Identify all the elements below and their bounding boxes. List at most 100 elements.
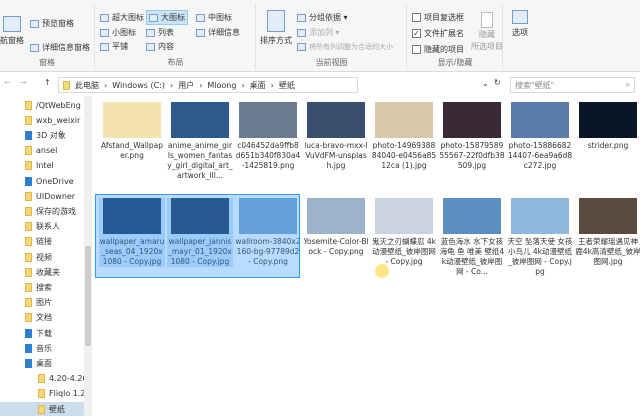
label: 文件扩展名 <box>424 29 464 38</box>
label: 大图标 <box>161 13 185 22</box>
layout-tiles[interactable]: 平铺 <box>100 41 128 52</box>
search-input[interactable]: 搜索"壁纸" ⌕ <box>510 77 635 93</box>
folder-icon <box>25 115 32 125</box>
nav-item[interactable]: 音乐 <box>25 341 52 355</box>
scroll-thumb[interactable] <box>85 246 91 346</box>
crumb[interactable]: Mloong <box>207 81 236 90</box>
group-label: 当前视图 <box>315 58 348 67</box>
nav-item-label: wxb_weixir <box>36 115 81 125</box>
sep: › <box>199 80 203 90</box>
sort-icon <box>267 10 285 32</box>
file-item[interactable]: Afstand_Wallpaper.png <box>99 102 165 161</box>
nav-item[interactable]: 下载 <box>25 326 52 340</box>
file-item[interactable]: 王者荣耀瑶遇见神鹿4k高清壁纸_彼岸图网.jpg <box>575 198 640 267</box>
nav-item[interactable]: 收藏夹 <box>25 265 60 279</box>
nav-item[interactable]: 链接 <box>25 235 52 249</box>
sort-button[interactable]: 排序方式 <box>260 10 292 46</box>
file-item[interactable]: 蓝色海水 水下女孩 海龟 鱼 唯美 壁纸4k动漫壁纸_彼岸图网 - Co... <box>439 198 505 277</box>
nav-item-label: 保存的游戏 <box>36 206 76 216</box>
options-button[interactable]: 选项 <box>512 10 528 38</box>
nav-item[interactable]: 文档 <box>25 311 52 325</box>
checkbox-checked[interactable]: ✓ <box>412 29 421 38</box>
group-by-button[interactable]: 分组依据 ▾ <box>297 12 348 23</box>
nav-item[interactable]: 壁纸 <box>0 402 84 416</box>
hide-selected-button[interactable]: 隐藏 所选项目 <box>471 12 503 52</box>
icon <box>297 13 306 22</box>
up-icon[interactable]: ↑ <box>44 78 51 87</box>
thumbnail <box>511 198 569 234</box>
nav-item[interactable]: 图片 <box>25 296 52 310</box>
file-item[interactable]: 天空 坠落天使 女孩 小鸟儿 4k动漫壁纸_彼岸图网 - Copy.jpg <box>507 198 573 277</box>
file-item[interactable]: anime_anime_girls_women_fantasy_girl_dig… <box>167 102 233 181</box>
crumb[interactable]: 壁纸 <box>279 80 295 91</box>
layout-large[interactable]: 大图标 <box>146 10 188 25</box>
file-extension-toggle[interactable]: ✓ 文件扩展名 <box>412 28 464 39</box>
file-item[interactable]: photo-1496938884040-e0456a8512ca (1).jpg <box>371 102 437 171</box>
layout-content[interactable]: 内容 <box>146 41 174 52</box>
dropdown-icon[interactable]: ⌄ <box>482 79 489 88</box>
nav-item-label: 图片 <box>36 298 52 308</box>
nav-item[interactable]: 桌面 <box>25 356 52 370</box>
nav-item[interactable]: Fliqlo 1.2 <box>38 387 86 401</box>
hide-icon <box>481 12 493 28</box>
navigation-pane: /QtWebEng wxb_weixir 3D 对象 ansel Intel OneDri… <box>0 96 92 416</box>
file-item[interactable]: c046452da9ffb8d651b340f830a4-1425819.png <box>235 102 301 171</box>
nav-item[interactable]: 3D 对象 <box>25 128 66 142</box>
nav-item[interactable]: Intel <box>25 159 54 173</box>
thumbnail <box>307 198 365 234</box>
selection-rectangle <box>95 194 300 278</box>
crumb[interactable]: Windows (C:) <box>112 81 165 90</box>
breadcrumb[interactable]: 此电脑 › Windows (C:) › 用户 › Mloong › 桌面 › 壁纸 <box>58 77 358 93</box>
file-item[interactable]: 鬼灭之刃蝴蝶忍 4k动漫壁纸_彼岸图网 - Copy.jpg <box>371 198 437 267</box>
file-item[interactable]: photo-1588668214407-6ea9a6d8c272.jpg <box>507 102 573 171</box>
nav-item[interactable]: 视频 <box>25 250 52 264</box>
nav-item[interactable]: /QtWebEng <box>25 98 81 112</box>
nav-item[interactable]: wxb_weixir <box>25 113 80 127</box>
crumb[interactable]: 用户 <box>178 80 194 91</box>
layout-small[interactable]: 小图标 <box>100 27 136 38</box>
nav-item[interactable]: 联系人 <box>25 220 60 234</box>
thumbnail <box>375 198 433 234</box>
checkbox[interactable] <box>412 13 421 22</box>
nav-scrollbar[interactable] <box>84 96 92 416</box>
label: 超大图标 <box>112 13 144 22</box>
fit-columns-button[interactable]: 将所有列调整为合适的大小 <box>297 42 393 52</box>
file-item[interactable]: luca-bravo-mxx-lVuVdFM-unsplash.jpg <box>303 102 369 171</box>
nav-item[interactable]: 搜索 <box>25 280 52 294</box>
forward-icon[interactable]: → <box>20 78 27 87</box>
label: 预览窗格 <box>42 19 74 28</box>
layout-medium[interactable]: 中图标 <box>196 12 232 23</box>
folder-icon <box>25 176 32 186</box>
nav-pane-button[interactable]: 航窗格 <box>0 16 24 46</box>
icon <box>149 13 158 22</box>
nav-item[interactable]: OneDrive <box>25 174 74 188</box>
refresh-icon[interactable]: ↻ <box>494 78 501 87</box>
icon <box>297 28 306 37</box>
file-name: photo-1496938884040-e0456a8512ca (1).jpg <box>371 141 437 170</box>
details-pane-button[interactable]: 详细信息窗格 <box>30 42 90 53</box>
layout-extra-large[interactable]: 超大图标 <box>100 12 144 23</box>
add-column-button[interactable]: 添加列 ▾ <box>297 27 340 38</box>
item-checkbox-toggle[interactable]: 项目复选框 <box>412 12 464 23</box>
label: 选项 <box>512 28 528 37</box>
file-item[interactable]: photo-1587958955567-22f0dfb38509.jpg <box>439 102 505 171</box>
file-name: 鬼灭之刃蝴蝶忍 4k动漫壁纸_彼岸图网 - Copy.jpg <box>372 237 436 266</box>
layout-list[interactable]: 列表 <box>146 27 174 38</box>
nav-item-label: 壁纸 <box>49 404 65 414</box>
nav-item[interactable]: ansel <box>25 144 57 158</box>
nav-item[interactable]: UIDowner <box>25 189 75 203</box>
nav-item[interactable]: 保存的游戏 <box>25 204 76 218</box>
crumb[interactable]: 此电脑 <box>75 80 99 91</box>
checkbox[interactable] <box>412 45 421 54</box>
file-item[interactable]: strider.png <box>575 102 640 151</box>
layout-group: 超大图标 大图标 中图标 小图标 列表 详细信息 平铺 内容 布局 <box>96 4 256 70</box>
file-item[interactable]: Yosemite-Color-Block - Copy.png <box>303 198 369 257</box>
nav-item-label: ansel <box>36 146 58 156</box>
back-icon[interactable]: ← <box>4 78 11 87</box>
folder-icon <box>25 252 32 262</box>
crumb[interactable]: 桌面 <box>250 80 266 91</box>
preview-pane-button[interactable]: 预览窗格 <box>30 18 74 29</box>
hidden-items-toggle[interactable]: 隐藏的项目 <box>412 44 464 55</box>
nav-item[interactable]: 4.20-4.26 <box>38 372 88 386</box>
layout-details[interactable]: 详细信息 <box>196 27 240 38</box>
